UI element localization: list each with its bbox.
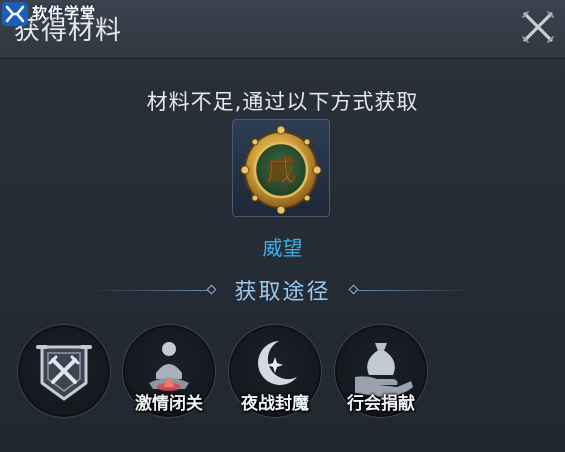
medal-emblem-char: 威	[267, 154, 295, 187]
acquire-way-label: 激情闭关	[135, 394, 203, 414]
watermark-logo-icon	[2, 2, 28, 26]
acquire-way-night-battle[interactable]: 夜战封魔	[231, 327, 319, 415]
material-insufficient-text: 材料不足,通过以下方式获取	[146, 90, 419, 114]
acquire-way-passion-retreat[interactable]: 激情闭关	[125, 327, 213, 415]
acquire-way-label: 夜战封魔	[241, 394, 309, 414]
crossed-swords-banner-icon	[36, 345, 92, 401]
divider-line-right	[358, 290, 476, 291]
acquire-way-guild-battle[interactable]	[20, 327, 108, 415]
close-button[interactable]	[519, 8, 557, 46]
section-divider: 获取途径	[0, 274, 565, 308]
acquire-material-panel: 获得材料 软件学堂 材料不足,通过以下方式获取 威 威望 获取途径 激情闭关 夜…	[0, 0, 565, 452]
prestige-medal-icon: 威	[240, 125, 322, 215]
section-title: 获取途径	[234, 280, 331, 305]
item-slot[interactable]: 威	[232, 119, 330, 217]
panel-header: 获得材料 软件学堂	[0, 0, 565, 59]
close-x-icon	[522, 11, 554, 43]
watermark: 软件学堂	[2, 1, 96, 27]
acquire-way-guild-donation[interactable]: 行会捐献	[337, 327, 425, 415]
item-name: 威望	[262, 236, 303, 260]
watermark-text: 软件学堂	[32, 3, 97, 22]
acquire-way-label: 行会捐献	[347, 394, 415, 414]
